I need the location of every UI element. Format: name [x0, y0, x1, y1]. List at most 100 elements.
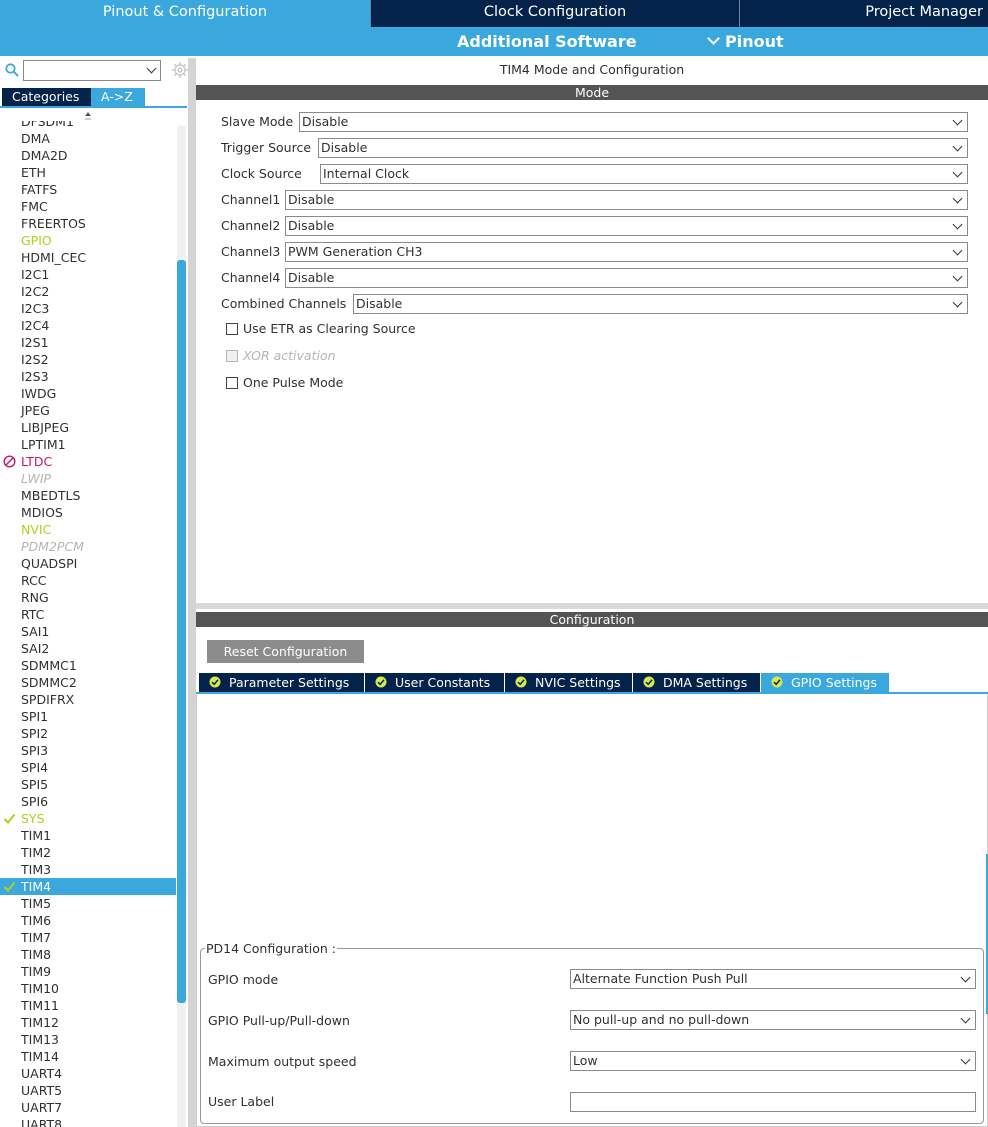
- tab-clock-configuration[interactable]: Clock Configuration: [370, 0, 739, 27]
- sidebar-item-spi3[interactable]: SPI3: [0, 742, 176, 759]
- sidebar-item-tim4[interactable]: TIM4: [0, 878, 176, 895]
- gpio-pull-label: GPIO Pull-up/Pull-down: [208, 1013, 350, 1028]
- sidebar-item-sai2[interactable]: SAI2: [0, 640, 176, 657]
- sidebar-item-pdm2pcm[interactable]: PDM2PCM: [0, 538, 176, 555]
- reset-configuration-button[interactable]: Reset Configuration: [207, 640, 364, 663]
- sidebar-item-tim12[interactable]: TIM12: [0, 1014, 176, 1031]
- sidebar-item-label: TIM7: [21, 930, 52, 945]
- chevron-down-icon[interactable]: [146, 63, 157, 74]
- sidebar-item-jpeg[interactable]: JPEG: [0, 402, 176, 419]
- sidebar-item-lwip[interactable]: LWIP: [0, 470, 176, 487]
- slave-mode-select[interactable]: Disable: [299, 112, 968, 132]
- sidebar-item-tim7[interactable]: TIM7: [0, 929, 176, 946]
- sidebar-item-i2s3[interactable]: I2S3: [0, 368, 176, 385]
- tab-pinout-configuration[interactable]: Pinout & Configuration: [0, 0, 370, 27]
- sidebar-item-mdios[interactable]: MDIOS: [0, 504, 176, 521]
- sidebar-item-ltdc[interactable]: LTDC: [0, 453, 176, 470]
- sidebar-item-mbedtls[interactable]: MBEDTLS: [0, 487, 176, 504]
- sidebar-item-uart7[interactable]: UART7: [0, 1099, 176, 1116]
- panel-splitter[interactable]: [188, 58, 196, 1127]
- sidebar-item-sdmmc2[interactable]: SDMMC2: [0, 674, 176, 691]
- sidebar-item-tim11[interactable]: TIM11: [0, 997, 176, 1014]
- tab-gpio-settings[interactable]: GPIO Settings: [761, 673, 889, 692]
- sidebar-item-hdmi_cec[interactable]: HDMI_CEC: [0, 249, 176, 266]
- sidebar-item-i2c1[interactable]: I2C1: [0, 266, 176, 283]
- sidebar-item-dma2d[interactable]: DMA2D: [0, 147, 176, 164]
- combined-channels-select[interactable]: Disable: [353, 294, 968, 314]
- sidebar-item-sdmmc1[interactable]: SDMMC1: [0, 657, 176, 674]
- sidebar-item-tim1[interactable]: TIM1: [0, 827, 176, 844]
- sidebar-item-label: JPEG: [21, 403, 50, 418]
- tab-a-to-z[interactable]: A->Z: [91, 88, 145, 106]
- chevron-down-icon: [960, 1013, 971, 1024]
- sidebar-item-dma[interactable]: DMA: [0, 130, 176, 147]
- tab-user-constants[interactable]: User Constants: [365, 673, 504, 692]
- channel2-select[interactable]: Disable: [285, 216, 968, 236]
- sidebar-item-libjpeg[interactable]: LIBJPEG: [0, 419, 176, 436]
- additional-software-menu[interactable]: Additional Software: [457, 27, 637, 56]
- max-speed-select[interactable]: Low: [570, 1051, 976, 1071]
- sidebar-item-tim13[interactable]: TIM13: [0, 1031, 176, 1048]
- mode-config-splitter[interactable]: [196, 603, 988, 609]
- chevron-down-icon: [952, 193, 963, 204]
- sidebar-item-tim6[interactable]: TIM6: [0, 912, 176, 929]
- sidebar-item-gpio[interactable]: GPIO: [0, 232, 176, 249]
- use-etr-checkbox-box[interactable]: [226, 323, 238, 335]
- sidebar-item-spi4[interactable]: SPI4: [0, 759, 176, 776]
- sidebar-item-freertos[interactable]: FREERTOS: [0, 215, 176, 232]
- tab-project-manager[interactable]: Project Manager: [739, 0, 988, 27]
- sidebar-item-rng[interactable]: RNG: [0, 589, 176, 606]
- channel1-select[interactable]: Disable: [285, 190, 968, 210]
- sidebar-item-uart4[interactable]: UART4: [0, 1065, 176, 1082]
- sidebar-item-fatfs[interactable]: FATFS: [0, 181, 176, 198]
- configuration-section-header: Configuration: [196, 612, 988, 627]
- sidebar-item-spi2[interactable]: SPI2: [0, 725, 176, 742]
- sidebar-item-sys[interactable]: SYS: [0, 810, 176, 827]
- tab-dma-settings[interactable]: DMA Settings: [633, 673, 760, 692]
- sidebar-item-tim8[interactable]: TIM8: [0, 946, 176, 963]
- sidebar-item-spi6[interactable]: SPI6: [0, 793, 176, 810]
- gpio-mode-select[interactable]: Alternate Function Push Pull: [570, 969, 976, 989]
- sidebar-item-tim10[interactable]: TIM10: [0, 980, 176, 997]
- clock-source-select[interactable]: Internal Clock: [320, 164, 968, 184]
- sidebar-item-tim2[interactable]: TIM2: [0, 844, 176, 861]
- sidebar-item-tim9[interactable]: TIM9: [0, 963, 176, 980]
- sidebar-item-sai1[interactable]: SAI1: [0, 623, 176, 640]
- gpio-pull-select[interactable]: No pull-up and no pull-down: [570, 1010, 976, 1030]
- pinout-menu[interactable]: Pinout: [707, 27, 784, 56]
- one-pulse-checkbox-box[interactable]: [226, 377, 238, 389]
- sidebar-item-tim14[interactable]: TIM14: [0, 1048, 176, 1065]
- sidebar-item-nvic[interactable]: NVIC: [0, 521, 176, 538]
- sidebar-item-i2c3[interactable]: I2C3: [0, 300, 176, 317]
- tab-nvic-settings[interactable]: NVIC Settings: [505, 673, 632, 692]
- sidebar-item-spdifrx[interactable]: SPDIFRX: [0, 691, 176, 708]
- channel3-select[interactable]: PWM Generation CH3: [285, 242, 968, 262]
- sidebar-item-tim5[interactable]: TIM5: [0, 895, 176, 912]
- trigger-source-select[interactable]: Disable: [318, 138, 968, 158]
- sidebar-item-spi5[interactable]: SPI5: [0, 776, 176, 793]
- sidebar-item-uart5[interactable]: UART5: [0, 1082, 176, 1099]
- peripheral-list-scroll-thumb[interactable]: [177, 260, 186, 1003]
- sidebar-item-fmc[interactable]: FMC: [0, 198, 176, 215]
- gear-icon[interactable]: [171, 61, 189, 79]
- tab-parameter-settings[interactable]: Parameter Settings: [199, 673, 364, 692]
- sidebar-item-i2c4[interactable]: I2C4: [0, 317, 176, 334]
- channel4-select[interactable]: Disable: [285, 268, 968, 288]
- sidebar-item-spi1[interactable]: SPI1: [0, 708, 176, 725]
- search-icon[interactable]: [5, 63, 19, 77]
- sidebar-item-quadspi[interactable]: QUADSPI: [0, 555, 176, 572]
- sidebar-item-eth[interactable]: ETH: [0, 164, 176, 181]
- user-label-input[interactable]: [570, 1092, 976, 1112]
- sidebar-item-tim3[interactable]: TIM3: [0, 861, 176, 878]
- tab-categories[interactable]: Categories: [2, 88, 91, 106]
- sidebar-item-rtc[interactable]: RTC: [0, 606, 176, 623]
- sidebar-item-i2s2[interactable]: I2S2: [0, 351, 176, 368]
- sidebar-item-uart8[interactable]: UART8: [0, 1116, 176, 1127]
- sidebar-item-lptim1[interactable]: LPTIM1: [0, 436, 176, 453]
- sidebar-item-i2c2[interactable]: I2C2: [0, 283, 176, 300]
- sidebar-item-dfsdm1[interactable]: DFSDM1: [0, 121, 176, 130]
- sidebar-item-rcc[interactable]: RCC: [0, 572, 176, 589]
- search-input[interactable]: [23, 60, 161, 81]
- sidebar-item-iwdg[interactable]: IWDG: [0, 385, 176, 402]
- sidebar-item-i2s1[interactable]: I2S1: [0, 334, 176, 351]
